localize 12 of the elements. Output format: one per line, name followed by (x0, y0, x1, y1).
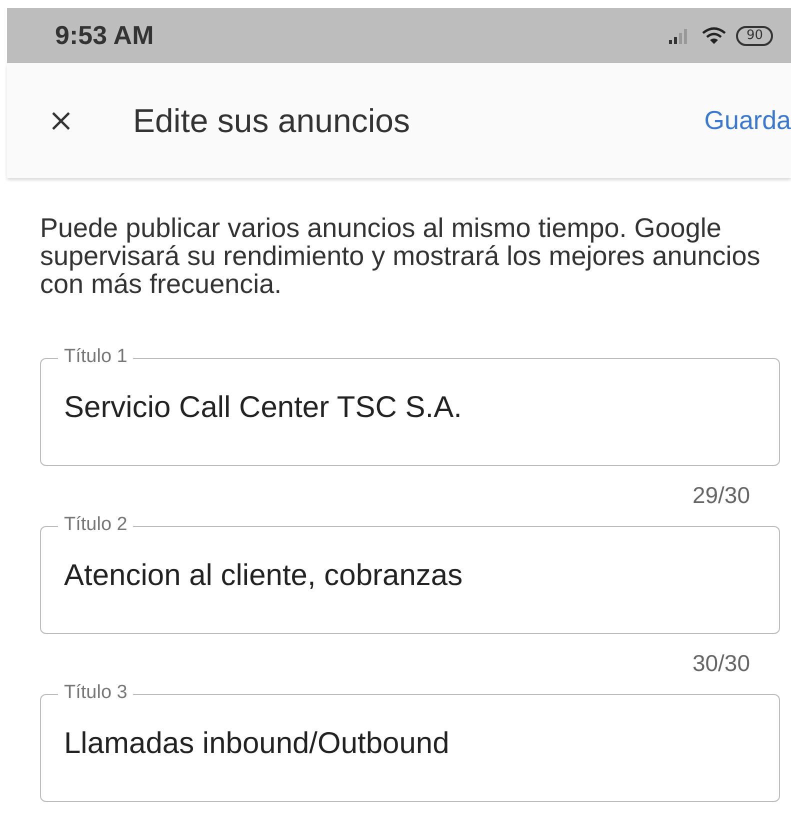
battery-level: 90 (736, 26, 773, 46)
text-field[interactable]: Título 3 Llamadas inbound/Outbound (40, 682, 780, 802)
wifi-icon (702, 26, 726, 44)
close-icon[interactable] (51, 110, 71, 130)
status-time: 9:53 AM (55, 20, 154, 51)
save-button[interactable]: Guarda (704, 105, 791, 136)
character-counter: 30/30 (692, 650, 750, 676)
text-field[interactable]: Título 1 Servicio Call Center TSC S.A. (40, 346, 780, 466)
page-title: Edite sus anuncios (133, 102, 412, 140)
intro-text: Puede publicar varios anuncios al mismo tiempo. Google supervisará su rendimiento y mostrará los mejores anuncios con más frecuencia. (40, 214, 762, 298)
text-field[interactable]: Título 2 Atencion al cliente, cobranzas (40, 514, 780, 634)
character-counter: 29/30 (692, 482, 750, 508)
